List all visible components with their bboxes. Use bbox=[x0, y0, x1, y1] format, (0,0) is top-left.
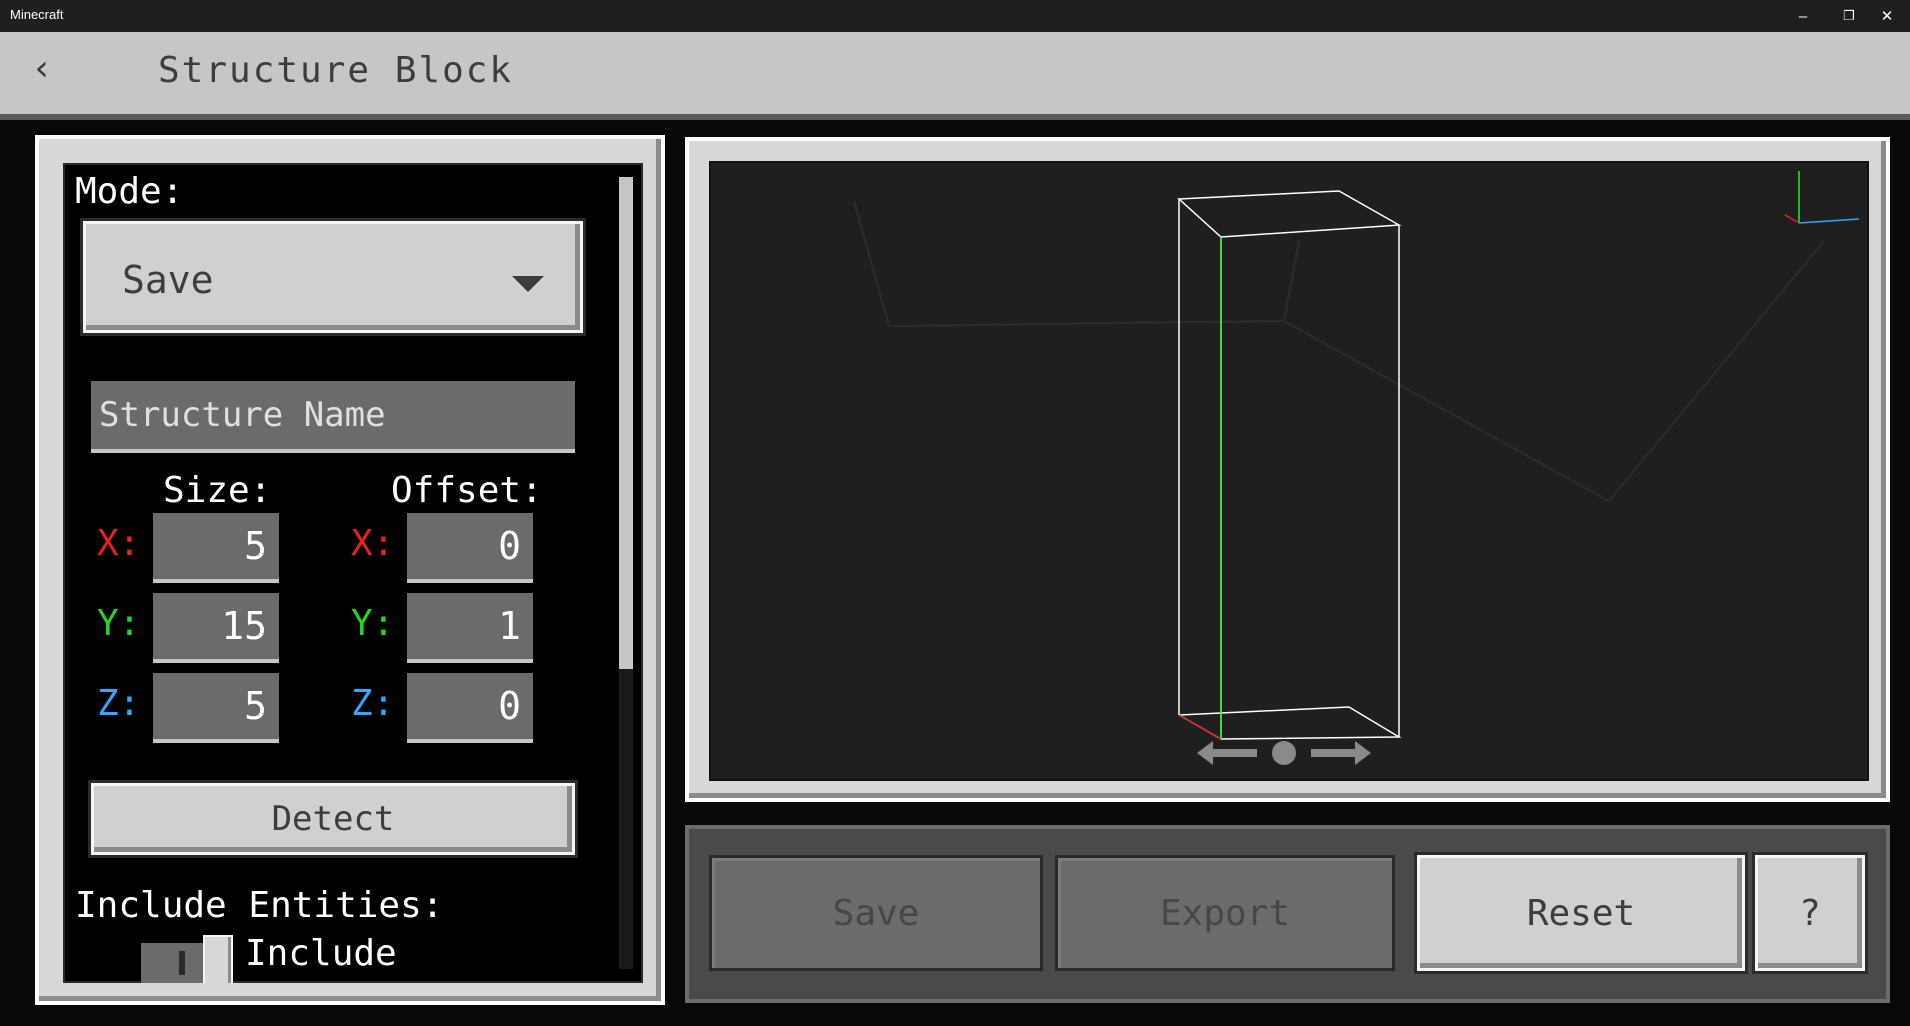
include-toggle-label: Include bbox=[245, 933, 397, 974]
size-z-input[interactable] bbox=[153, 673, 279, 739]
toggle-off-indicator bbox=[179, 951, 185, 975]
offset-y-label: Y: bbox=[351, 603, 395, 644]
offset-z-input[interactable] bbox=[407, 673, 533, 739]
size-y-input[interactable] bbox=[153, 593, 279, 659]
export-button[interactable]: Export bbox=[1055, 855, 1395, 971]
include-entities-toggle[interactable] bbox=[141, 943, 203, 983]
save-button[interactable]: Save bbox=[709, 855, 1043, 971]
structure-name-field[interactable] bbox=[91, 381, 575, 453]
size-label: Size: bbox=[163, 470, 272, 511]
window-titlebar: Minecraft – ❐ ✕ bbox=[0, 0, 1910, 32]
size-z-label: Z: bbox=[97, 683, 141, 724]
mode-dropdown[interactable]: Save bbox=[83, 221, 583, 333]
reset-button[interactable]: Reset bbox=[1417, 855, 1745, 971]
offset-z-field[interactable] bbox=[407, 673, 533, 743]
page-title: Structure Block bbox=[158, 50, 514, 91]
offset-x-label: X: bbox=[351, 523, 395, 564]
offset-z-label: Z: bbox=[351, 683, 395, 724]
offset-x-field[interactable] bbox=[407, 513, 533, 583]
mode-selected-value: Save bbox=[122, 258, 214, 302]
minimize-button[interactable]: – bbox=[1780, 0, 1826, 32]
size-x-field[interactable] bbox=[153, 513, 279, 583]
chevron-down-icon bbox=[512, 276, 544, 292]
structure-name-input[interactable] bbox=[91, 381, 575, 449]
offset-x-input[interactable] bbox=[407, 513, 533, 579]
page-header: ‹ Structure Block bbox=[0, 32, 1910, 120]
back-arrow-icon: ‹ bbox=[31, 47, 53, 89]
help-button[interactable]: ? bbox=[1755, 855, 1865, 971]
action-panel: Save Export Reset ? bbox=[685, 825, 1890, 1003]
back-button[interactable]: ‹ bbox=[22, 46, 62, 90]
toggle-knob[interactable] bbox=[203, 935, 233, 983]
close-button[interactable]: ✕ bbox=[1864, 0, 1910, 32]
mode-label: Mode: bbox=[75, 171, 184, 212]
settings-scroll-area[interactable]: Mode: Save Size: Offset: X: Y: Z: X: Y: bbox=[63, 163, 643, 983]
size-x-label: X: bbox=[97, 523, 141, 564]
settings-scrollbar-thumb[interactable] bbox=[619, 177, 633, 669]
size-y-label: Y: bbox=[97, 603, 141, 644]
size-y-field[interactable] bbox=[153, 593, 279, 663]
preview-panel bbox=[685, 137, 1890, 802]
offset-label: Offset: bbox=[391, 470, 543, 511]
structure-preview-graphic bbox=[853, 171, 1860, 765]
include-entities-label: Include Entities: bbox=[75, 885, 444, 926]
offset-y-field[interactable] bbox=[407, 593, 533, 663]
size-x-input[interactable] bbox=[153, 513, 279, 579]
window-title: Minecraft bbox=[10, 7, 64, 22]
offset-y-input[interactable] bbox=[407, 593, 533, 659]
detect-button[interactable]: Detect bbox=[91, 783, 575, 855]
size-z-field[interactable] bbox=[153, 673, 279, 743]
structure-preview-viewport[interactable] bbox=[709, 161, 1869, 781]
settings-panel: Mode: Save Size: Offset: X: Y: Z: X: Y: bbox=[35, 135, 665, 1005]
